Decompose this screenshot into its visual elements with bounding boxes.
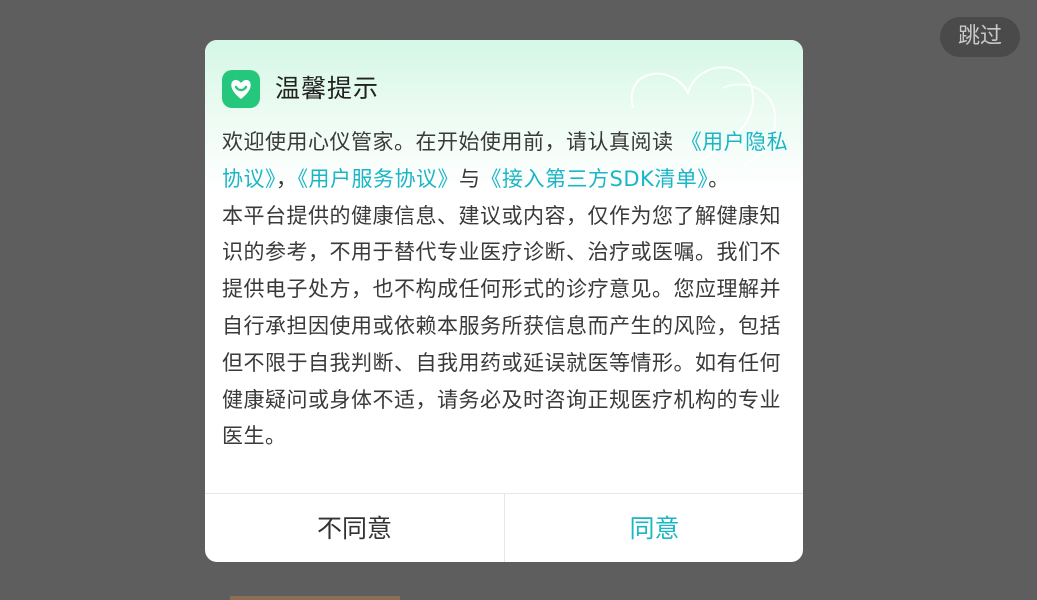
disagree-button[interactable]: 不同意 [205, 494, 504, 562]
disclaimer-paragraph: 本平台提供的健康信息、建议或内容，仅作为您了解健康知识的参考，不用于替代专业医疗… [222, 203, 781, 449]
intro-prefix: 欢迎使用心仪管家。在开始使用前，请认真阅读 [222, 130, 681, 154]
privacy-dialog: 温馨提示 欢迎使用心仪管家。在开始使用前，请认真阅读 《用户隐私协议》，《用户服… [205, 40, 803, 562]
background-image-strip [230, 596, 400, 600]
agree-button[interactable]: 同意 [504, 494, 803, 562]
service-agreement-link[interactable]: 《用户服务协议》 [298, 167, 460, 191]
intro-suffix: 。 [708, 166, 730, 191]
heart-logo-icon [222, 70, 260, 108]
intro-separator: ， [276, 166, 298, 191]
intro-separator: 与 [459, 166, 481, 191]
skip-button[interactable]: 跳过 [940, 17, 1020, 57]
dialog-content: 欢迎使用心仪管家。在开始使用前，请认真阅读 《用户隐私协议》，《用户服务协议》与… [222, 124, 790, 460]
dialog-title: 温馨提示 [275, 74, 380, 103]
dialog-footer: 不同意 同意 [205, 493, 803, 562]
third-party-sdk-list-link[interactable]: 《接入第三方SDK清单》 [481, 167, 709, 191]
intro-paragraph: 欢迎使用心仪管家。在开始使用前，请认真阅读 《用户隐私协议》，《用户服务协议》与… [222, 124, 790, 198]
